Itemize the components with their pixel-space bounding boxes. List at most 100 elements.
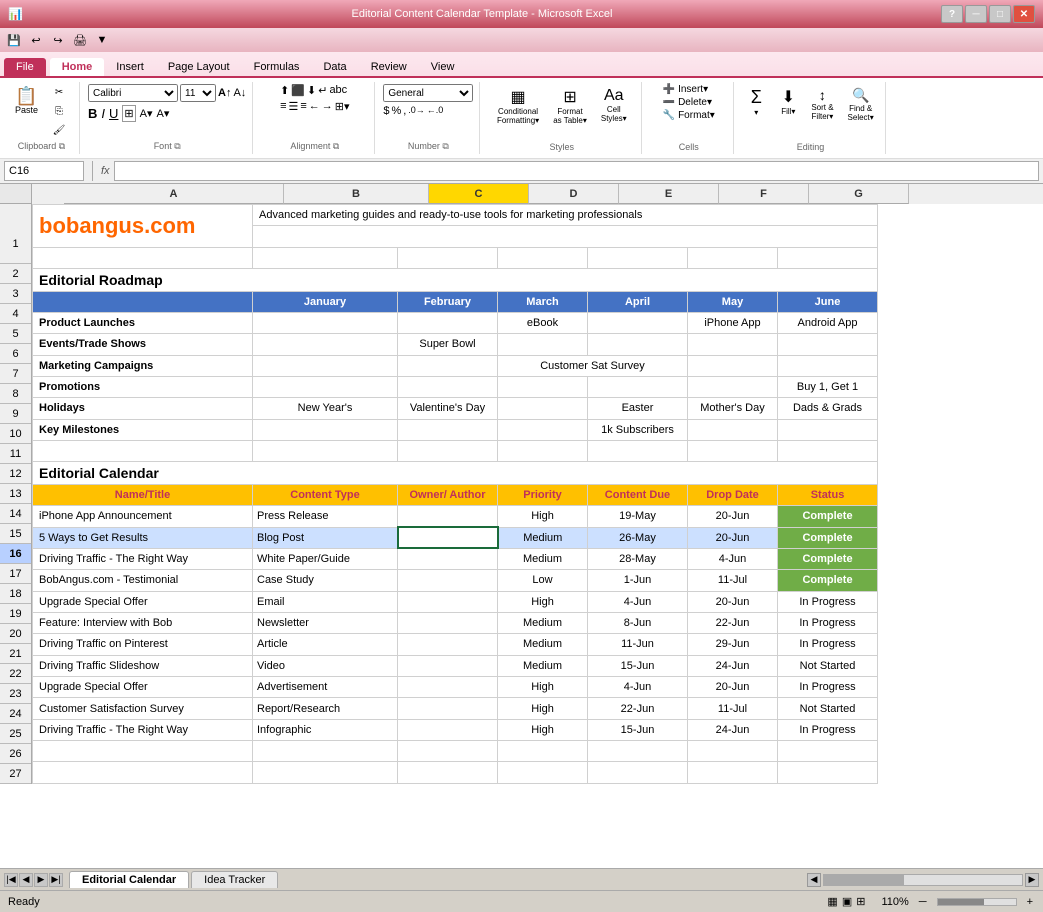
- row-num-11[interactable]: 11: [0, 444, 31, 464]
- format-painter-button[interactable]: 🖌: [45, 122, 73, 139]
- cell-d18[interactable]: Low: [498, 570, 588, 591]
- row-num-6[interactable]: 6: [0, 344, 31, 364]
- cell-b19[interactable]: Email: [253, 591, 398, 612]
- cell-d15[interactable]: High: [498, 506, 588, 527]
- delete-cells-button[interactable]: ➖ Delete▾: [663, 97, 712, 108]
- row-num-4[interactable]: 4: [0, 304, 31, 324]
- tab-insert[interactable]: Insert: [104, 58, 156, 76]
- cell-f6[interactable]: iPhone App: [688, 312, 778, 333]
- cell-c10[interactable]: Valentine's Day: [398, 398, 498, 419]
- cell-e20[interactable]: 8-Jun: [588, 612, 688, 633]
- prev-sheet-button[interactable]: ◀: [19, 873, 33, 887]
- tab-home[interactable]: Home: [50, 58, 105, 76]
- row-num-7[interactable]: 7: [0, 364, 31, 384]
- tab-data[interactable]: Data: [311, 58, 358, 76]
- cell-f21[interactable]: 29-Jun: [688, 634, 778, 655]
- row-num-19[interactable]: 19: [0, 604, 31, 624]
- cell-e18[interactable]: 1-Jun: [588, 570, 688, 591]
- cell-e19[interactable]: 4-Jun: [588, 591, 688, 612]
- cell-a17[interactable]: Driving Traffic - The Right Way: [33, 548, 253, 569]
- cell-a20[interactable]: Feature: Interview with Bob: [33, 612, 253, 633]
- pagebreak-view-button[interactable]: ⊞: [856, 895, 865, 908]
- layout-view-button[interactable]: ▣: [842, 895, 852, 908]
- cell-d16[interactable]: Medium: [498, 527, 588, 548]
- italic-button[interactable]: I: [101, 106, 105, 121]
- cell-e25[interactable]: 15-Jun: [588, 719, 688, 740]
- cell-d17[interactable]: Medium: [498, 548, 588, 569]
- minimize-button[interactable]: ─: [965, 5, 987, 23]
- decrease-indent-button[interactable]: ←: [309, 100, 320, 113]
- cell-a7[interactable]: Events/Trade Shows: [33, 334, 253, 355]
- cell-a19[interactable]: Upgrade Special Offer: [33, 591, 253, 612]
- cell-g9[interactable]: Buy 1, Get 1: [778, 376, 878, 397]
- cell-c7[interactable]: Super Bowl: [398, 334, 498, 355]
- cell-d6[interactable]: eBook: [498, 312, 588, 333]
- cell-a14[interactable]: Name/Title: [33, 484, 253, 505]
- cell-c21[interactable]: [398, 634, 498, 655]
- cell-g21[interactable]: In Progress: [778, 634, 878, 655]
- cell-d20[interactable]: Medium: [498, 612, 588, 633]
- fill-button[interactable]: ⬇ Fill▾: [774, 84, 802, 119]
- font-color-button[interactable]: A▾: [157, 107, 170, 120]
- row-num-25[interactable]: 25: [0, 724, 31, 744]
- row-num-20[interactable]: 20: [0, 624, 31, 644]
- decimal-decrease-button[interactable]: ←.0: [427, 105, 444, 117]
- cell-c25[interactable]: [398, 719, 498, 740]
- cell-f17[interactable]: 4-Jun: [688, 548, 778, 569]
- cell-c5[interactable]: February: [398, 291, 498, 312]
- cell-b23[interactable]: Advertisement: [253, 677, 398, 698]
- cell-g19[interactable]: In Progress: [778, 591, 878, 612]
- row-num-27[interactable]: 27: [0, 764, 31, 784]
- tab-file[interactable]: File: [4, 58, 46, 76]
- cell-a5[interactable]: [33, 291, 253, 312]
- copy-button[interactable]: ⎘: [45, 103, 73, 120]
- cell-d8[interactable]: Customer Sat Survey: [498, 355, 688, 376]
- align-right-button[interactable]: ≡: [300, 100, 306, 113]
- align-bottom-button[interactable]: ⬇: [307, 84, 316, 97]
- orientation-button[interactable]: abc: [329, 84, 347, 97]
- zoom-in-button[interactable]: +: [1027, 896, 1033, 908]
- align-center-button[interactable]: ☰: [289, 100, 299, 113]
- cell-c23[interactable]: [398, 677, 498, 698]
- cell-f18[interactable]: 11-Jul: [688, 570, 778, 591]
- cell-f16[interactable]: 20-Jun: [688, 527, 778, 548]
- cell-g6[interactable]: Android App: [778, 312, 878, 333]
- cell-b20[interactable]: Newsletter: [253, 612, 398, 633]
- cell-a1[interactable]: bobangus.com: [33, 205, 253, 248]
- cell-d25[interactable]: High: [498, 719, 588, 740]
- col-header-d[interactable]: D: [529, 184, 619, 204]
- print-button[interactable]: 🖨: [70, 31, 90, 49]
- increase-indent-button[interactable]: →: [322, 100, 333, 113]
- find-select-button[interactable]: 🔍 Find &Select▾: [843, 84, 879, 125]
- border-button[interactable]: ⊞: [122, 105, 135, 122]
- row-num-26[interactable]: 26: [0, 744, 31, 764]
- cell-b22[interactable]: Video: [253, 655, 398, 676]
- cell-f20[interactable]: 22-Jun: [688, 612, 778, 633]
- cell-g20[interactable]: In Progress: [778, 612, 878, 633]
- cell-a3[interactable]: [33, 247, 253, 268]
- cell-g18[interactable]: Complete: [778, 570, 878, 591]
- row-num-12[interactable]: 12: [0, 464, 31, 484]
- cell-e16[interactable]: 26-May: [588, 527, 688, 548]
- cell-c20[interactable]: [398, 612, 498, 633]
- last-sheet-button[interactable]: ▶|: [49, 873, 63, 887]
- cell-b2[interactable]: [253, 226, 878, 247]
- cell-e17[interactable]: 28-May: [588, 548, 688, 569]
- cell-g25[interactable]: In Progress: [778, 719, 878, 740]
- cell-b14[interactable]: Content Type: [253, 484, 398, 505]
- hscroll-left-button[interactable]: ◀: [807, 873, 821, 887]
- restore-button[interactable]: □: [989, 5, 1011, 23]
- hscroll-track[interactable]: [823, 874, 1023, 886]
- cell-d24[interactable]: High: [498, 698, 588, 719]
- comma-button[interactable]: ,: [403, 105, 406, 117]
- currency-button[interactable]: $: [383, 105, 389, 117]
- cell-e11[interactable]: 1k Subscribers: [588, 419, 688, 440]
- close-button[interactable]: ✕: [1013, 5, 1035, 23]
- cell-g14[interactable]: Status: [778, 484, 878, 505]
- sheet-tab-editorial-calendar[interactable]: Editorial Calendar: [69, 871, 189, 888]
- cell-e24[interactable]: 22-Jun: [588, 698, 688, 719]
- cell-b10[interactable]: New Year's: [253, 398, 398, 419]
- row-num-3[interactable]: 3: [0, 284, 31, 304]
- cell-f23[interactable]: 20-Jun: [688, 677, 778, 698]
- merge-center-button[interactable]: ⊞▾: [335, 100, 350, 113]
